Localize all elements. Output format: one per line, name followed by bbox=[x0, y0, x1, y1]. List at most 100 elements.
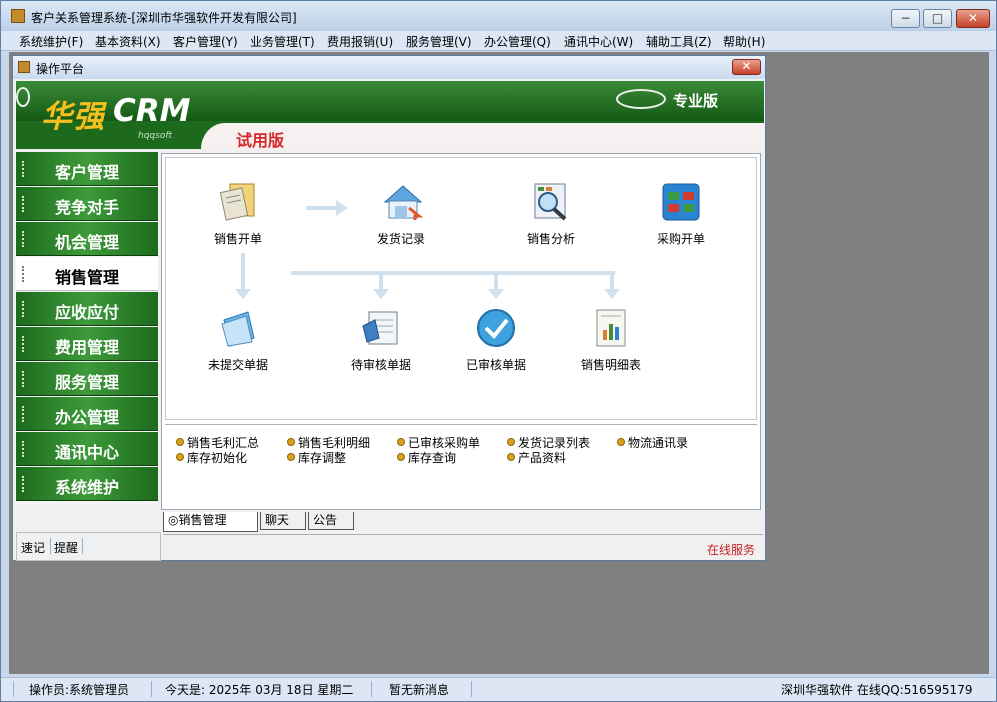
node-sales-analysis[interactable]: 销售分析 bbox=[501, 182, 601, 247]
quick-note-button[interactable]: 速记 bbox=[21, 539, 45, 556]
sidebar-item-competitor[interactable]: 竞争对手 bbox=[16, 187, 158, 221]
reminder-button[interactable]: 提醒 bbox=[54, 539, 78, 556]
minimize-button[interactable]: − bbox=[891, 9, 920, 28]
link-inventory-adjust[interactable]: 库存调整 bbox=[286, 449, 346, 466]
trial-label: 试用版 bbox=[236, 131, 285, 150]
node-sales-detail[interactable]: 销售明细表 bbox=[561, 308, 661, 373]
link-logistics-contacts[interactable]: 物流通讯录 bbox=[616, 434, 688, 451]
maximize-button[interactable]: □ bbox=[923, 9, 952, 28]
flow-diagram: 销售开单 发货记录 销售分析 采购开单 未提交单据 待审核单据 已审核单据 销售… bbox=[165, 157, 757, 420]
arrow-down-icon bbox=[488, 289, 504, 299]
sidebar-item-system[interactable]: 系统维护 bbox=[16, 467, 158, 501]
sidebar-item-label: 客户管理 bbox=[54, 163, 119, 182]
sidebar-item-label: 通讯中心 bbox=[54, 443, 119, 462]
sidebar-item-label: 办公管理 bbox=[54, 408, 119, 427]
menu-help[interactable]: 帮助(H) bbox=[723, 33, 765, 50]
sidebar-item-label: 竞争对手 bbox=[54, 198, 119, 217]
node-label: 采购开单 bbox=[656, 232, 705, 246]
module-sidebar: 客户管理 竞争对手 机会管理 销售管理 应收应付 费用管理 服务管理 办公管理 … bbox=[16, 152, 158, 505]
link-inventory-init[interactable]: 库存初始化 bbox=[175, 449, 247, 466]
logo-en: CRM bbox=[113, 93, 191, 129]
separator bbox=[13, 681, 14, 697]
node-delivery-record[interactable]: 发货记录 bbox=[351, 182, 451, 247]
sidebar-item-label: 服务管理 bbox=[54, 373, 119, 392]
panel-status: 在线服务 bbox=[163, 534, 763, 560]
node-reviewed[interactable]: 已审核单据 bbox=[446, 308, 546, 373]
brand-banner: 华强 CRM hqqsoft 试用版 专业版 bbox=[16, 81, 764, 150]
sidebar-item-receivable[interactable]: 应收应付 bbox=[16, 292, 158, 326]
bottom-tabs: ◎销售管理 聊天 公告 bbox=[163, 512, 761, 534]
operation-panel-window: 操作平台 ✕ 华强 CRM hqqsoft 试用版 专业版 客户管理 竞争对手 … bbox=[12, 55, 766, 561]
arrow-down-icon bbox=[373, 289, 389, 299]
banner-bottom bbox=[201, 123, 764, 149]
panel-icon bbox=[18, 61, 30, 73]
edition-label: 专业版 bbox=[673, 92, 719, 110]
link-inventory-query[interactable]: 库存查询 bbox=[396, 449, 456, 466]
sidebar-item-opportunity[interactable]: 机会管理 bbox=[16, 222, 158, 256]
panel-title-bar: 操作平台 ✕ bbox=[13, 56, 765, 79]
menu-system[interactable]: 系统维护(F) bbox=[19, 33, 83, 50]
sidebar-item-label: 系统维护 bbox=[54, 478, 119, 497]
sidebar-bottom-bar: 速记 提醒 bbox=[16, 532, 161, 561]
node-label: 待审核单据 bbox=[350, 358, 411, 372]
separator bbox=[151, 681, 152, 697]
globe-icon bbox=[616, 89, 666, 109]
node-label: 未提交单据 bbox=[207, 358, 268, 372]
menu-service[interactable]: 服务管理(V) bbox=[406, 33, 472, 50]
menu-communication[interactable]: 通讯中心(W) bbox=[564, 33, 633, 50]
node-unsubmitted[interactable]: 未提交单据 bbox=[188, 308, 288, 373]
node-label: 已审核单据 bbox=[465, 358, 526, 372]
sidebar-item-label: 费用管理 bbox=[54, 338, 119, 357]
folder-documents-icon bbox=[218, 308, 258, 348]
online-service-link[interactable]: 在线服务 bbox=[707, 541, 755, 558]
separator bbox=[82, 538, 83, 554]
menu-business[interactable]: 业务管理(T) bbox=[250, 33, 315, 50]
node-purchase-order[interactable]: 采购开单 bbox=[631, 182, 731, 247]
main-window: 客户关系管理系统-[深圳市华强软件开发有限公司] − □ ✕ 系统维护(F) 基… bbox=[0, 0, 997, 702]
menu-bar: 系统维护(F) 基本资料(X) 客户管理(Y) 业务管理(T) 费用报销(U) … bbox=[1, 31, 996, 51]
house-delivery-icon bbox=[381, 182, 424, 222]
flow-line bbox=[241, 253, 245, 291]
arrow-right-icon bbox=[336, 200, 348, 216]
mdi-area: 操作平台 ✕ 华强 CRM hqqsoft 试用版 专业版 客户管理 竞争对手 … bbox=[9, 52, 989, 674]
menu-customer[interactable]: 客户管理(Y) bbox=[173, 33, 238, 50]
close-button[interactable]: ✕ bbox=[956, 9, 990, 28]
flow-line bbox=[610, 271, 614, 289]
sidebar-item-expense[interactable]: 费用管理 bbox=[16, 327, 158, 361]
panel-title: 操作平台 bbox=[36, 62, 85, 76]
node-label: 销售开单 bbox=[213, 232, 262, 246]
sidebar-item-label: 销售管理 bbox=[54, 268, 119, 287]
report-chart-icon bbox=[591, 308, 631, 348]
logo-sub: hqqsoft bbox=[138, 131, 173, 141]
menu-expense[interactable]: 费用报销(U) bbox=[327, 33, 393, 50]
menu-office[interactable]: 办公管理(Q) bbox=[484, 33, 551, 50]
arrow-down-icon bbox=[604, 289, 620, 299]
tab-announcement[interactable]: 公告 bbox=[308, 512, 354, 530]
node-pending-review[interactable]: 待审核单据 bbox=[331, 308, 431, 373]
menu-tools[interactable]: 辅助工具(Z) bbox=[646, 33, 712, 50]
tab-chat[interactable]: 聊天 bbox=[260, 512, 306, 530]
app-icon bbox=[11, 9, 25, 23]
sidebar-item-customer[interactable]: 客户管理 bbox=[16, 152, 158, 186]
purchase-grid-icon bbox=[661, 182, 701, 222]
quick-links: 销售毛利汇总 销售毛利明细 已审核采购单 发货记录列表 物流通讯录 库存初始化 … bbox=[165, 424, 757, 504]
checkmark-icon bbox=[476, 308, 516, 348]
tab-sales-management[interactable]: ◎销售管理 bbox=[163, 512, 258, 532]
sidebar-item-label: 应收应付 bbox=[54, 303, 119, 322]
sidebar-item-sales[interactable]: 销售管理 bbox=[16, 257, 158, 291]
sidebar-item-communication[interactable]: 通讯中心 bbox=[16, 432, 158, 466]
arrow-down-icon bbox=[235, 289, 251, 299]
sidebar-item-service[interactable]: 服务管理 bbox=[16, 362, 158, 396]
separator bbox=[371, 681, 372, 697]
window-title: 客户关系管理系统-[深圳市华强软件开发有限公司] bbox=[31, 11, 297, 25]
sidebar-item-office[interactable]: 办公管理 bbox=[16, 397, 158, 431]
flow-line bbox=[291, 271, 615, 275]
sidebar-item-label: 机会管理 bbox=[54, 233, 119, 252]
title-bar: 客户关系管理系统-[深圳市华强软件开发有限公司] − □ ✕ bbox=[1, 1, 996, 31]
node-sales-order[interactable]: 销售开单 bbox=[188, 182, 288, 247]
link-product-data[interactable]: 产品资料 bbox=[506, 449, 566, 466]
flow-line bbox=[379, 271, 383, 289]
status-bar: 操作员:系统管理员 今天是: 2025年 03月 18日 星期二 暂无新消息 深… bbox=[1, 677, 996, 701]
menu-basic-data[interactable]: 基本资料(X) bbox=[95, 33, 161, 50]
panel-close-button[interactable]: ✕ bbox=[732, 59, 761, 75]
